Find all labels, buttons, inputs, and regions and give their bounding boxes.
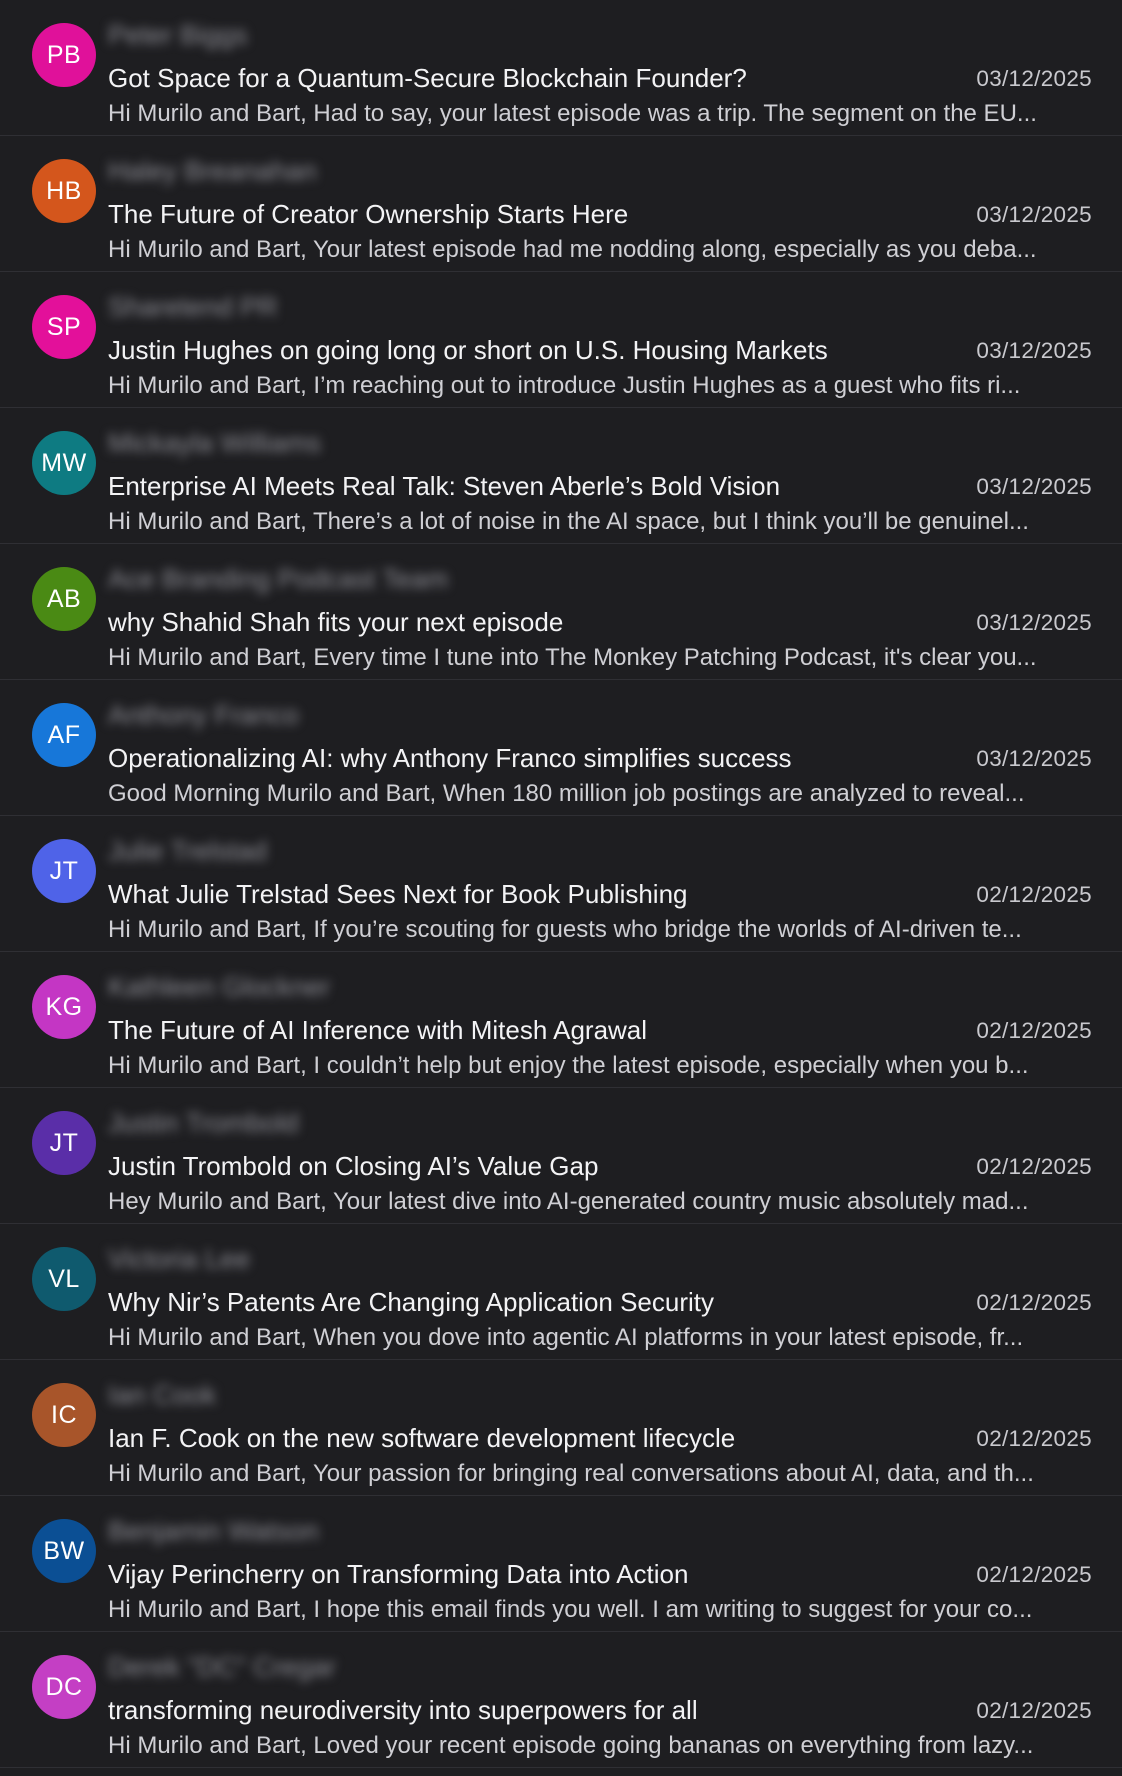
email-row[interactable]: VL Victoria Lee Why Nir’s Patents Are Ch… bbox=[0, 1224, 1122, 1360]
email-preview: Good Morning Murilo and Bart, When 180 m… bbox=[108, 780, 1025, 807]
email-preview: Hi Murilo and Bart, Every time I tune in… bbox=[108, 644, 1037, 671]
sender-name: Julie Trelstad bbox=[108, 836, 268, 866]
email-row[interactable]: JT Julie Trelstad What Julie Trelstad Se… bbox=[0, 816, 1122, 952]
avatar: KG bbox=[32, 975, 96, 1039]
email-date: 02/12/2025 bbox=[976, 1426, 1092, 1451]
email-subject: What Julie Trelstad Sees Next for Book P… bbox=[108, 879, 688, 909]
email-preview: Hi Murilo and Bart, Had to say, your lat… bbox=[108, 100, 1037, 127]
email-subject: Why Nir’s Patents Are Changing Applicati… bbox=[108, 1287, 715, 1317]
avatar: IC bbox=[32, 1383, 96, 1447]
email-subject: Ian F. Cook on the new software developm… bbox=[108, 1423, 736, 1453]
email-date: 02/12/2025 bbox=[976, 1290, 1092, 1315]
email-subject: Justin Hughes on going long or short on … bbox=[108, 335, 828, 365]
email-row[interactable]: BW Benjamin Watson Vijay Perincherry on … bbox=[0, 1496, 1122, 1632]
email-date: 03/12/2025 bbox=[976, 66, 1092, 91]
email-subject: Enterprise AI Meets Real Talk: Steven Ab… bbox=[108, 471, 781, 501]
email-date: 03/12/2025 bbox=[976, 746, 1092, 771]
avatar: SP bbox=[32, 295, 96, 359]
avatar: MW bbox=[32, 431, 96, 495]
email-subject: why Shahid Shah fits your next episode bbox=[108, 607, 564, 637]
email-row[interactable]: SP Sharetend PR Justin Hughes on going l… bbox=[0, 272, 1122, 408]
email-date: 03/12/2025 bbox=[976, 338, 1092, 363]
email-preview: Hi Murilo and Bart, I hope this email fi… bbox=[108, 1596, 1033, 1623]
sender-name: Sharetend PR bbox=[108, 292, 278, 322]
avatar: HB bbox=[32, 159, 96, 223]
email-preview: Hi Murilo and Bart, If you’re scouting f… bbox=[108, 916, 1022, 943]
avatar: AF bbox=[32, 703, 96, 767]
avatar: BW bbox=[32, 1519, 96, 1583]
email-date: 02/12/2025 bbox=[976, 1154, 1092, 1179]
email-date: 03/12/2025 bbox=[976, 202, 1092, 227]
email-row[interactable]: PB Peter Biggs Got Space for a Quantum-S… bbox=[0, 0, 1122, 136]
email-subject: transforming neurodiversity into superpo… bbox=[108, 1695, 698, 1725]
email-row[interactable]: AB Ace Branding Podcast Team why Shahid … bbox=[0, 544, 1122, 680]
avatar: PB bbox=[32, 23, 96, 87]
email-row[interactable]: JT Justin Trombold Justin Trombold on Cl… bbox=[0, 1088, 1122, 1224]
sender-name: Benjamin Watson bbox=[108, 1516, 319, 1546]
sender-name: Ace Branding Podcast Team bbox=[108, 564, 449, 594]
email-preview: Hi Murilo and Bart, There’s a lot of noi… bbox=[108, 508, 1029, 535]
email-subject: Got Space for a Quantum-Secure Blockchai… bbox=[108, 63, 747, 93]
sender-name: Derek "DC" Cregar bbox=[108, 1652, 336, 1682]
email-subject: The Future of AI Inference with Mitesh A… bbox=[108, 1015, 648, 1045]
sender-name: Mickayla Williams bbox=[108, 428, 322, 458]
avatar: VL bbox=[32, 1247, 96, 1311]
email-preview: Hi Murilo and Bart, I couldn’t help but … bbox=[108, 1052, 1029, 1079]
email-preview: Hi Murilo and Bart, I’m reaching out to … bbox=[108, 372, 1021, 399]
email-preview: Hi Murilo and Bart, Your passion for bri… bbox=[108, 1460, 1034, 1487]
email-date: 02/12/2025 bbox=[976, 1018, 1092, 1043]
email-row[interactable]: KG Kathleen Glockner The Future of AI In… bbox=[0, 952, 1122, 1088]
email-preview: Hi Murilo and Bart, Loved your recent ep… bbox=[108, 1732, 1034, 1759]
sender-name: Justin Trombold bbox=[108, 1108, 299, 1138]
email-date: 03/12/2025 bbox=[976, 610, 1092, 635]
email-preview: Hi Murilo and Bart, Your latest episode … bbox=[108, 236, 1037, 263]
email-subject: Justin Trombold on Closing AI’s Value Ga… bbox=[108, 1151, 599, 1181]
sender-name: Ian Cook bbox=[108, 1380, 217, 1410]
email-row[interactable]: IC Ian Cook Ian F. Cook on the new softw… bbox=[0, 1360, 1122, 1496]
email-row[interactable]: MW Mickayla Williams Enterprise AI Meets… bbox=[0, 408, 1122, 544]
email-subject: Vijay Perincherry on Transforming Data i… bbox=[108, 1559, 689, 1589]
email-subject: Operationalizing AI: why Anthony Franco … bbox=[108, 743, 792, 773]
email-date: 02/12/2025 bbox=[976, 882, 1092, 907]
email-preview: Hi Murilo and Bart, When you dove into a… bbox=[108, 1324, 1024, 1351]
avatar: DC bbox=[32, 1655, 96, 1719]
email-list: PB Peter Biggs Got Space for a Quantum-S… bbox=[0, 0, 1122, 1776]
avatar: JT bbox=[32, 839, 96, 903]
email-row[interactable]: DC Derek "DC" Cregar transforming neurod… bbox=[0, 1632, 1122, 1768]
email-date: 02/12/2025 bbox=[976, 1562, 1092, 1587]
email-preview: Hey Murilo and Bart, Your latest dive in… bbox=[108, 1188, 1029, 1215]
sender-name: Victoria Lee bbox=[108, 1244, 251, 1274]
sender-name: Anthony Franco bbox=[108, 700, 299, 730]
sender-name: Haley Breanahan bbox=[108, 156, 317, 186]
avatar: JT bbox=[32, 1111, 96, 1175]
email-date: 03/12/2025 bbox=[976, 474, 1092, 499]
email-row[interactable]: AF Anthony Franco Operationalizing AI: w… bbox=[0, 680, 1122, 816]
avatar: AB bbox=[32, 567, 96, 631]
sender-name: Peter Biggs bbox=[108, 20, 248, 50]
email-subject: The Future of Creator Ownership Starts H… bbox=[108, 199, 629, 229]
email-row[interactable]: HB Haley Breanahan The Future of Creator… bbox=[0, 136, 1122, 272]
sender-name: Kathleen Glockner bbox=[108, 972, 331, 1002]
email-date: 02/12/2025 bbox=[976, 1698, 1092, 1723]
